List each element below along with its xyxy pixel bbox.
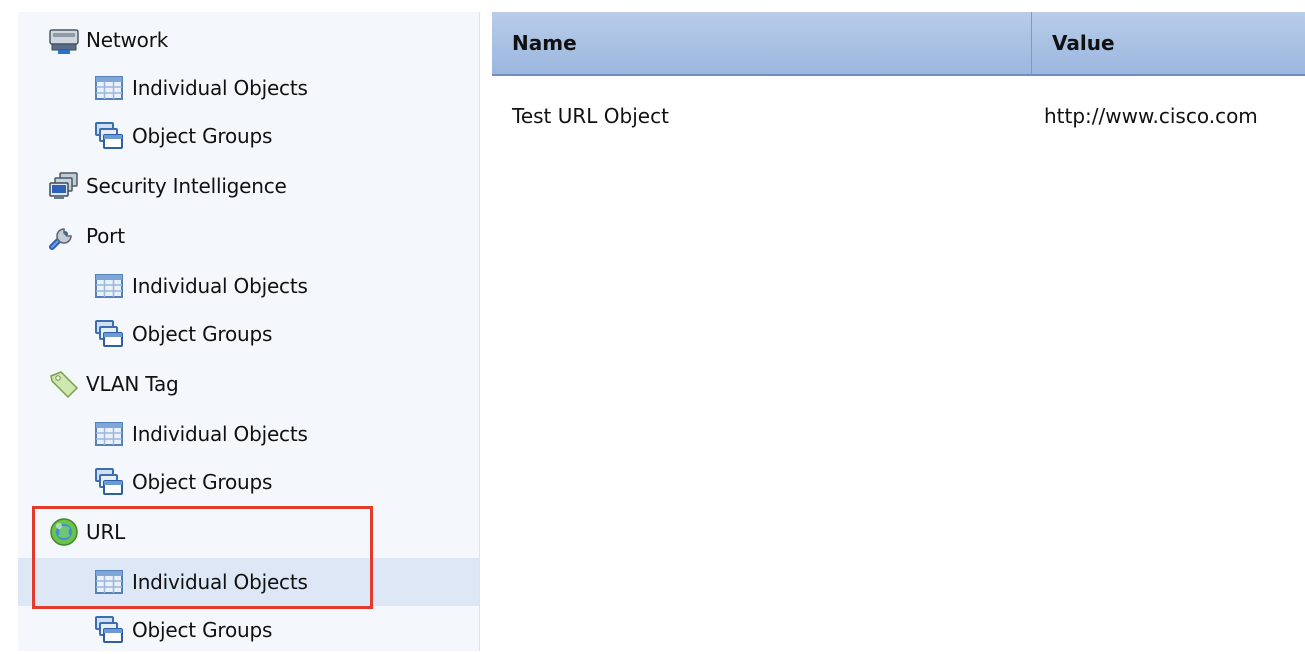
tree-item-label: Individual Objects — [132, 76, 308, 100]
tree-item-label: Individual Objects — [132, 422, 308, 446]
tree-item-network-individual-objects[interactable]: Individual Objects — [18, 64, 479, 112]
tree-item-port-object-groups[interactable]: Object Groups — [18, 310, 479, 358]
object-groups-icon — [94, 121, 124, 151]
tree-item-vlan-object-groups[interactable]: Object Groups — [18, 458, 479, 506]
tree-item-label: URL — [86, 520, 126, 544]
tree-item-label: Network — [86, 28, 169, 52]
tree-item-vlan-individual-objects[interactable]: Individual Objects — [18, 410, 479, 458]
table-icon — [94, 73, 124, 103]
table-icon — [94, 271, 124, 301]
tree-item-label: Object Groups — [132, 124, 273, 148]
column-header-value[interactable]: Value — [1032, 12, 1305, 74]
cell-value: http://www.cisco.com — [1044, 104, 1258, 128]
globe-icon — [48, 516, 80, 548]
security-intelligence-icon — [48, 170, 80, 202]
tree-item-label: Object Groups — [132, 618, 273, 642]
tree-item-label: Security Intelligence — [86, 174, 287, 198]
objects-table: Name Value Test URL Object http://www.ci… — [492, 12, 1305, 651]
table-icon — [94, 419, 124, 449]
object-groups-icon — [94, 319, 124, 349]
network-icon — [48, 24, 80, 56]
tree-item-network-object-groups[interactable]: Object Groups — [18, 112, 479, 160]
object-tree-sidebar: Network Individual Objects Object Groups… — [18, 12, 480, 651]
tag-icon — [48, 368, 80, 400]
tree-item-vlan-tag[interactable]: VLAN Tag — [18, 360, 479, 408]
object-groups-icon — [94, 615, 124, 645]
tree-item-label: Object Groups — [132, 322, 273, 346]
tree-item-security-intelligence[interactable]: Security Intelligence — [18, 162, 479, 210]
cell-name: Test URL Object — [512, 104, 669, 128]
tree-item-network[interactable]: Network — [18, 16, 479, 64]
tree-item-label: Port — [86, 224, 125, 248]
tree-item-label: VLAN Tag — [86, 372, 179, 396]
wrench-icon — [48, 220, 80, 252]
table-icon — [94, 567, 124, 597]
column-header-name[interactable]: Name — [492, 12, 1032, 74]
tree-item-label: Individual Objects — [132, 274, 308, 298]
tree-item-port[interactable]: Port — [18, 212, 479, 260]
table-header: Name Value — [492, 12, 1305, 76]
tree-item-label: Object Groups — [132, 470, 273, 494]
tree-item-label: Individual Objects — [132, 570, 308, 594]
tree-item-url-object-groups[interactable]: Object Groups — [18, 606, 479, 654]
tree-item-port-individual-objects[interactable]: Individual Objects — [18, 262, 479, 310]
tree-item-url[interactable]: URL — [18, 508, 479, 556]
object-groups-icon — [94, 467, 124, 497]
tree-item-url-individual-objects[interactable]: Individual Objects — [18, 558, 479, 606]
